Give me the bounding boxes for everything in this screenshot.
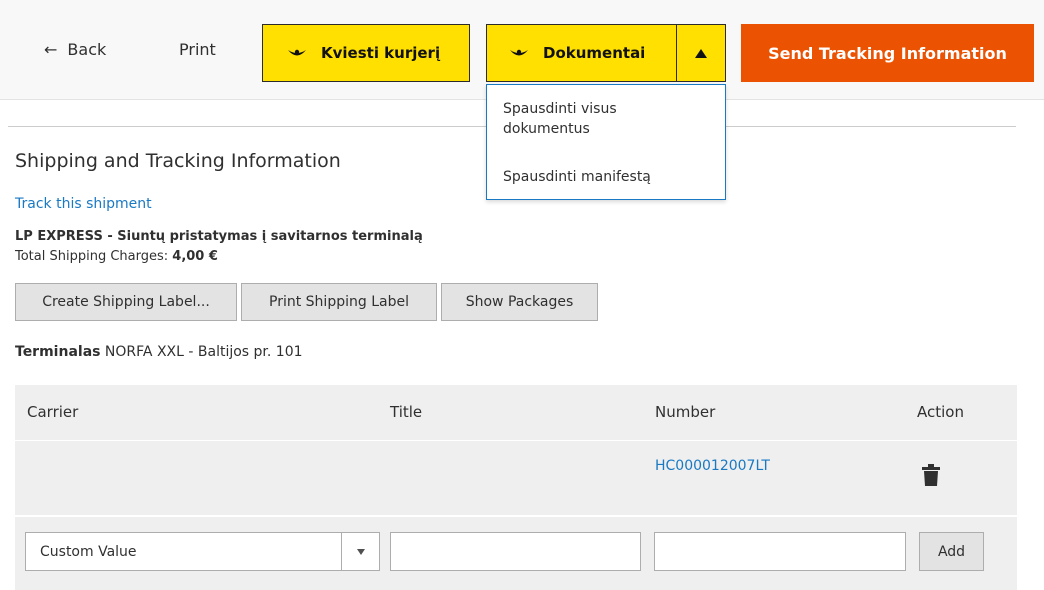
print-button[interactable]: Print [179,40,216,59]
back-button[interactable]: ← Back [44,40,106,59]
column-header-carrier: Carrier [27,403,79,421]
call-courier-button[interactable]: Kviesti kurjerį [262,24,470,82]
carrier-select[interactable]: Custom Value [25,532,380,571]
documents-button[interactable]: Dokumentai [486,24,676,82]
column-header-action: Action [917,403,964,421]
arrow-left-icon: ← [44,40,58,59]
call-courier-label: Kviesti kurjerį [321,44,441,62]
shipping-charges: Total Shipping Charges: 4,00 € [15,249,218,264]
row-separator [15,515,1017,517]
shipping-method-name: LP EXPRESS - Siuntų pristatymas į savita… [15,229,423,244]
add-tracking-button[interactable]: Add [919,532,984,571]
print-shipping-label-button[interactable]: Print Shipping Label [241,283,437,321]
menu-item-print-manifest[interactable]: Spausdinti manifestą [503,167,651,187]
row-separator [15,440,1017,441]
tracking-number-link[interactable]: HC000012007LT [655,458,770,474]
charges-label: Total Shipping Charges: [15,249,173,264]
chevron-down-icon [356,548,365,555]
section-title: Shipping and Tracking Information [15,150,341,172]
terminal-label: Terminalas [15,344,101,360]
create-shipping-label-button[interactable]: Create Shipping Label... [15,283,237,321]
post-horn-icon [510,49,528,56]
select-arrow [341,533,379,570]
post-horn-icon [288,49,306,56]
terminal-info: Terminalas NORFA XXL - Baltijos pr. 101 [15,344,303,360]
terminal-value: NORFA XXL - Baltijos pr. 101 [100,344,303,360]
column-header-number: Number [655,403,716,421]
documents-dropdown-toggle[interactable] [676,24,726,82]
documents-menu: Spausdinti visus dokumentus Spausdinti m… [486,84,726,200]
carrier-select-value: Custom Value [40,543,137,560]
trash-icon[interactable] [922,464,940,486]
caret-up-icon [695,48,707,58]
tracking-table: Carrier Title Number Action HC000012007L… [15,385,1017,590]
show-packages-button[interactable]: Show Packages [441,283,598,321]
send-tracking-button[interactable]: Send Tracking Information [741,24,1034,82]
number-input[interactable] [654,532,906,571]
column-header-title: Title [390,403,423,421]
menu-item-print-all-documents[interactable]: Spausdinti visus dokumentus [503,99,703,139]
back-label: Back [67,40,107,59]
title-input[interactable] [390,532,641,571]
track-shipment-link[interactable]: Track this shipment [15,196,152,212]
documents-label: Dokumentai [543,44,646,62]
charges-value: 4,00 € [172,249,218,264]
